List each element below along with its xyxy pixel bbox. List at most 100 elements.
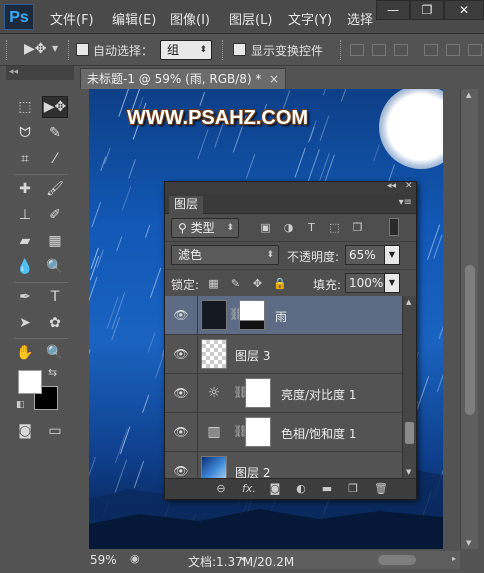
opacity-dropdown-button[interactable]: ▼	[384, 245, 400, 265]
screen-mode-icon[interactable]: ▭	[42, 420, 68, 442]
filter-shape-icon[interactable]: ⬚	[328, 222, 341, 234]
eye-icon[interactable]: 👁	[173, 464, 189, 478]
minimize-button[interactable]: —	[376, 0, 410, 20]
eraser-tool-icon[interactable]: ▰	[12, 230, 38, 252]
dodge-tool-icon[interactable]: 🔍	[42, 256, 68, 278]
layer-name[interactable]: 图层 3	[235, 347, 270, 364]
filter-adjustment-icon[interactable]: ◑	[282, 222, 295, 234]
layers-scrollbar[interactable]: ▲ ▼	[402, 296, 416, 478]
tab-layers[interactable]: 图层	[169, 196, 203, 214]
hue-saturation-adjustment-icon[interactable]: ▥	[205, 424, 223, 440]
opacity-input[interactable]: 65%	[345, 245, 385, 265]
layer-name[interactable]: 色相/饱和度 1	[281, 425, 357, 442]
trash-icon[interactable]: 🗑	[373, 482, 389, 496]
lock-position-icon[interactable]: ✥	[251, 278, 264, 290]
adjustment-icon[interactable]: ◐	[293, 482, 309, 496]
lock-image-icon[interactable]: ✎	[229, 278, 242, 290]
pen-tool-icon[interactable]: ✒	[12, 286, 38, 308]
quick-mask-icon[interactable]: ◙	[12, 420, 38, 442]
path-select-tool-icon[interactable]: ➤	[12, 312, 38, 334]
collapse-panel-icon[interactable]: ◂◂	[387, 181, 396, 191]
filter-pixel-icon[interactable]: ▣	[259, 222, 272, 234]
vertical-scroll-thumb[interactable]	[465, 265, 475, 415]
scroll-down-icon[interactable]: ▼	[466, 539, 471, 547]
menu-select[interactable]: 选择	[347, 9, 373, 28]
fx-icon[interactable]: fx.	[241, 482, 257, 496]
layers-scroll-thumb[interactable]	[405, 422, 414, 444]
zoom-level[interactable]: 59%	[90, 553, 117, 567]
quick-select-tool-icon[interactable]: ✎	[42, 122, 68, 144]
layer-mask-thumbnail[interactable]	[245, 378, 271, 408]
layer-mask-thumbnail[interactable]	[239, 300, 265, 330]
chevron-down-icon[interactable]: ▼	[52, 44, 58, 53]
align-top-icon[interactable]	[350, 44, 364, 56]
menu-layer[interactable]: 图层(L)	[229, 9, 272, 28]
new-layer-icon[interactable]: ❐	[345, 482, 361, 496]
layer-row-layer2[interactable]: 👁 图层 2	[165, 452, 402, 478]
filter-type-icon[interactable]: T	[305, 222, 318, 234]
panel-menu-icon[interactable]: ▾≡	[399, 197, 412, 208]
swap-colors-icon[interactable]: ⇆	[48, 366, 57, 379]
layer-name[interactable]: 雨	[275, 308, 287, 325]
healing-brush-tool-icon[interactable]: ✚	[12, 178, 38, 200]
close-tab-icon[interactable]: ×	[269, 69, 279, 89]
align-right-icon[interactable]	[468, 44, 482, 56]
blend-mode-dropdown[interactable]: 滤色 ⬍	[171, 245, 279, 265]
brightness-adjustment-icon[interactable]: ☼	[205, 385, 223, 401]
scroll-up-icon[interactable]: ▲	[466, 91, 471, 99]
move-tool-preset-icon[interactable]: ▶✥	[24, 41, 47, 57]
type-tool-icon[interactable]: T	[42, 286, 68, 308]
filter-type-dropdown[interactable]: ⚲ 类型 ⬍	[171, 218, 239, 238]
document-tab[interactable]: 未标题-1 @ 59% (雨, RGB/8) * ×	[80, 68, 286, 89]
status-info-icon[interactable]: ◉	[130, 552, 140, 565]
align-bottom-icon[interactable]	[394, 44, 408, 56]
lock-transparent-icon[interactable]: ▦	[207, 278, 220, 290]
eye-icon[interactable]: 👁	[173, 386, 189, 400]
group-icon[interactable]: ▬	[319, 482, 335, 496]
layer-name[interactable]: 亮度/对比度 1	[281, 386, 357, 403]
layer-row-layer3[interactable]: 👁 图层 3	[165, 335, 402, 374]
auto-select-checkbox[interactable]	[76, 43, 89, 56]
link-icon[interactable]: ⊖	[213, 482, 229, 496]
close-panel-icon[interactable]: ✕	[405, 181, 413, 191]
menu-image[interactable]: 图像(I)	[170, 9, 210, 28]
foreground-color-swatch[interactable]	[18, 370, 42, 394]
horizontal-scroll-thumb[interactable]	[378, 555, 416, 565]
clone-stamp-tool-icon[interactable]: ⊥	[12, 204, 38, 226]
show-transform-checkbox[interactable]	[233, 43, 246, 56]
layer-row-brightness-contrast[interactable]: 👁 ☼ ⛓ 亮度/对比度 1	[165, 374, 402, 413]
hand-tool-icon[interactable]: ✋	[12, 342, 38, 364]
align-hcenter-icon[interactable]	[446, 44, 460, 56]
scroll-down-icon[interactable]: ▼	[406, 468, 411, 476]
eyedropper-tool-icon[interactable]: ⁄	[42, 148, 68, 170]
gradient-tool-icon[interactable]: ▦	[42, 230, 68, 252]
menu-file[interactable]: 文件(F)	[50, 9, 94, 28]
default-colors-icon[interactable]: ◧	[16, 400, 25, 410]
shape-tool-icon[interactable]: ✿	[42, 312, 68, 334]
restore-button[interactable]: ❐	[410, 0, 444, 20]
eye-icon[interactable]: 👁	[173, 347, 189, 361]
layer-row-rain[interactable]: 👁 ⛓ 雨	[165, 296, 402, 335]
eye-icon[interactable]: 👁	[173, 425, 189, 439]
filter-toggle-switch[interactable]	[389, 218, 399, 236]
fill-dropdown-button[interactable]: ▼	[384, 273, 400, 293]
scroll-right-icon[interactable]: ▸	[452, 554, 456, 563]
marquee-tool-icon[interactable]: ⬚	[12, 96, 38, 118]
zoom-tool-icon[interactable]: 🔍	[42, 342, 68, 364]
align-vcenter-icon[interactable]	[372, 44, 386, 56]
layer-name[interactable]: 图层 2	[235, 464, 270, 478]
brush-tool-icon[interactable]: 🖌	[42, 178, 68, 200]
scroll-up-icon[interactable]: ▲	[406, 298, 411, 306]
history-brush-tool-icon[interactable]: ✐	[42, 204, 68, 226]
layer-thumbnail[interactable]	[201, 300, 227, 330]
menu-type[interactable]: 文字(Y)	[288, 9, 332, 28]
add-mask-icon[interactable]: ◙	[267, 482, 283, 496]
lasso-tool-icon[interactable]: ᗢ	[12, 122, 38, 144]
layer-thumbnail[interactable]	[201, 339, 227, 369]
vertical-scrollbar[interactable]: ▲ ▼	[460, 89, 478, 549]
blur-tool-icon[interactable]: 💧	[12, 256, 38, 278]
filter-smart-object-icon[interactable]: ❐	[351, 222, 364, 234]
fill-input[interactable]: 100%	[345, 273, 385, 293]
close-button[interactable]: ✕	[444, 0, 484, 20]
layer-thumbnail[interactable]	[201, 456, 227, 478]
